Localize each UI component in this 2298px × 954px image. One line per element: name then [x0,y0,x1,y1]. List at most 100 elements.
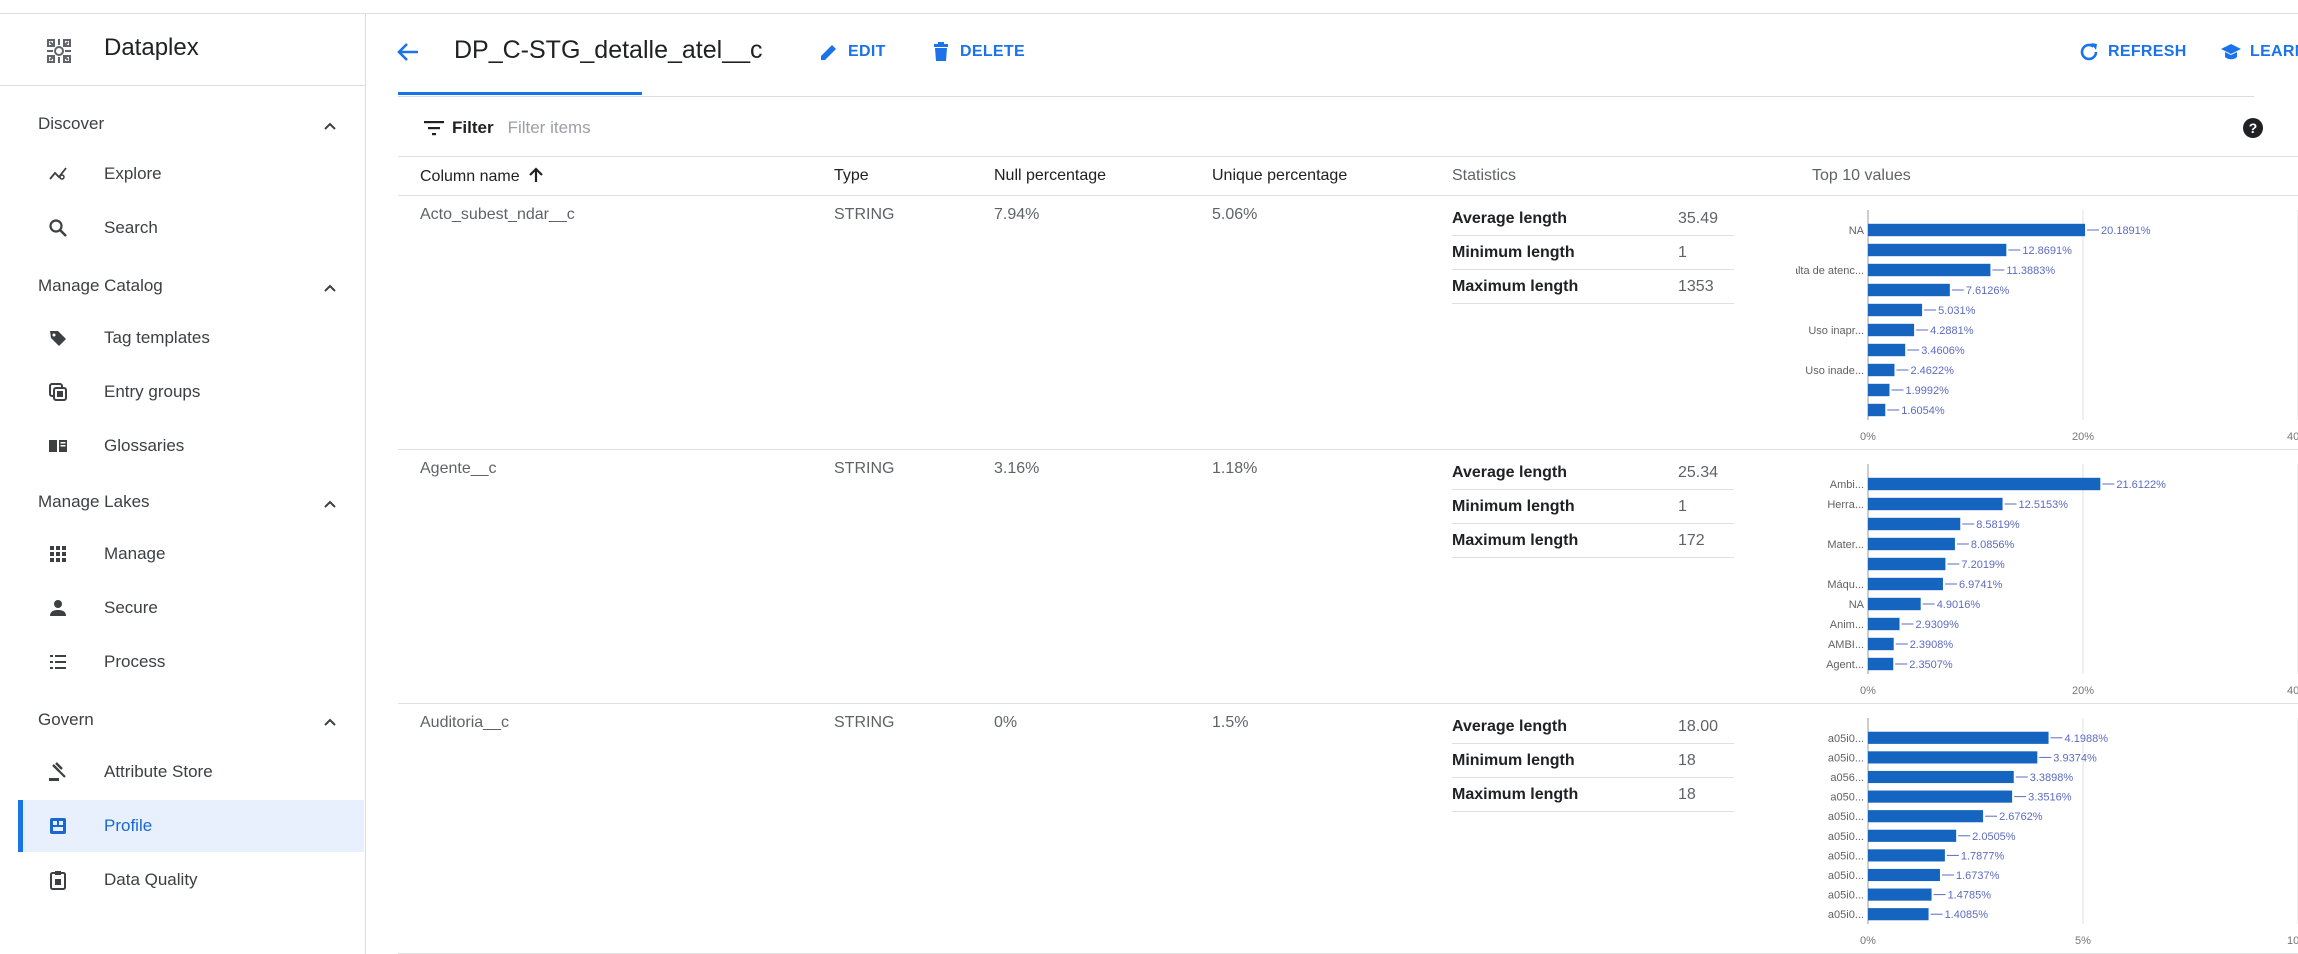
cell-unique-percentage: 1.18% [1212,460,1258,477]
chart-bar[interactable] [1868,597,1921,611]
chevron-up-icon[interactable] [322,714,338,730]
chart-bar[interactable] [1868,790,2013,803]
chart-category-label: a05i0... [1828,752,1864,764]
back-arrow-icon[interactable] [394,38,422,66]
chart-bar[interactable] [1868,283,1950,297]
chart-bar[interactable] [1868,829,1957,842]
column-header-name[interactable]: Column name [420,167,544,186]
section-manage-catalog[interactable]: Manage Catalog [38,276,338,306]
chart-bar[interactable] [1868,577,1943,591]
filter-bar[interactable]: Filter Filter items [424,116,591,140]
brand: Dataplex [0,14,366,86]
chart-bar[interactable] [1868,223,2086,237]
section-govern[interactable]: Govern [38,710,338,740]
refresh-button-label: REFRESH [2108,43,2187,60]
statistic-label: Minimum length [1452,752,1575,769]
cell-column-name: Acto_subest_ndar__c [420,206,575,223]
sidebar-item-attribute-store[interactable]: Attribute Store [18,746,364,798]
column-header-unique[interactable]: Unique percentage [1212,167,1347,185]
section-title: Discover [38,114,105,133]
sidebar-item-label: Attribute Store [104,762,213,781]
statistic-label: Minimum length [1452,498,1575,515]
statistic-label: Minimum length [1452,244,1575,261]
chart-category-label: a05i0... [1828,850,1864,862]
sidebar-item-secure[interactable]: Secure [18,582,364,634]
chart-bar[interactable] [1868,477,2101,491]
table-row[interactable]: Auditoria__c STRING 0% 1.5% Average length 18… [398,704,2298,954]
sidebar-item-glossaries[interactable]: Glossaries [18,420,364,472]
chart-category-label: NA [1849,225,1865,237]
chart-bar[interactable] [1868,323,1915,337]
chart-bar[interactable] [1868,263,1991,277]
chevron-up-icon[interactable] [322,118,338,134]
chart-bar[interactable] [1868,537,1955,551]
chart-category-label: NA [1849,599,1865,611]
chart-bar[interactable] [1868,637,1894,651]
sidebar-item-profile[interactable]: Profile [18,800,364,852]
chevron-up-icon[interactable] [322,280,338,296]
sidebar-item-manage[interactable]: Manage [18,528,364,580]
chart-category-label: Uso inapr... [1808,325,1864,337]
page-title: DP_C-STG_detalle_atel__c [454,36,763,64]
chart-bar[interactable] [1868,363,1895,377]
chart-bar[interactable] [1868,497,2003,511]
sidebar-item-process[interactable]: Process [18,636,364,688]
sidebar-item-search[interactable]: Search [18,202,364,254]
chart-bar[interactable] [1868,243,2007,257]
learn-button[interactable]: LEARN [2220,38,2298,66]
chart-bar[interactable] [1868,810,1984,823]
active-tab-indicator [398,92,642,95]
chart-data-label: 8.0856% [1971,539,2015,551]
chart-bar[interactable] [1868,849,1945,862]
chart-data-label: 12.5153% [2019,499,2069,511]
sidebar-item-data-quality[interactable]: Data Quality [18,854,364,906]
chart-bar[interactable] [1868,303,1923,317]
book-icon [49,440,67,452]
statistic-label: Maximum length [1452,786,1579,803]
table-row[interactable]: Agente__c STRING 3.16% 1.18% Average length 2… [398,450,2298,704]
chart-bar[interactable] [1868,517,1961,531]
edit-button[interactable]: EDIT [818,38,886,66]
delete-button[interactable]: DELETE [930,38,1025,66]
chart-data-label: 20.1891% [2101,225,2151,237]
help-icon[interactable]: ? [2242,117,2264,139]
chart-tick-label: 5% [2075,935,2091,947]
column-header-null[interactable]: Null percentage [994,167,1106,185]
statistic-value: 1353 [1678,278,1714,295]
section-manage-lakes[interactable]: Manage Lakes [38,492,338,522]
filter-input[interactable]: Filter items [508,118,591,138]
chart-bar[interactable] [1868,343,1906,357]
delete-button-label: DELETE [960,43,1025,60]
chart-bar[interactable] [1868,557,1946,571]
chart-bar[interactable] [1868,617,1900,631]
statistic-label: Maximum length [1452,278,1579,295]
chevron-up-icon[interactable] [322,496,338,512]
explore-icon [49,167,67,180]
sidebar-item-explore[interactable]: Explore [18,148,364,200]
chart-category-label: AMBI... [1828,639,1864,651]
chart-bar[interactable] [1868,657,1894,671]
chart-bar[interactable] [1868,908,1929,921]
chart-data-label: 2.3507% [1909,659,1953,671]
chart-bar[interactable] [1868,383,1890,397]
chart-bar[interactable] [1868,403,1886,417]
sidebar-item-label: Profile [104,816,153,835]
section-discover[interactable]: Discover [38,114,338,144]
column-header-type[interactable]: Type [834,167,869,185]
sidebar-item-label: Data Quality [104,870,198,889]
chart-bar[interactable] [1868,770,2014,784]
sort-arrow-up-icon[interactable] [528,167,544,183]
chart-data-label: 3.9374% [2053,752,2097,764]
table-row[interactable]: Acto_subest_ndar__c STRING 7.94% 5.06% Avera… [398,196,2298,450]
chart-bar[interactable] [1868,731,2049,744]
sidebar-item-entry-groups[interactable]: Entry groups [18,366,364,418]
cell-type: STRING [834,206,895,223]
sidebar-item-tag-templates[interactable]: Tag templates [18,312,364,364]
chart-tick-label: 20% [2072,685,2094,697]
chart-bar[interactable] [1868,868,1940,882]
refresh-button[interactable]: REFRESH [2078,38,2187,66]
cell-unique-percentage: 1.5% [1212,714,1249,731]
statistic-value: 25.34 [1678,464,1719,481]
chart-bar[interactable] [1868,888,1932,901]
chart-bar[interactable] [1868,751,2038,764]
